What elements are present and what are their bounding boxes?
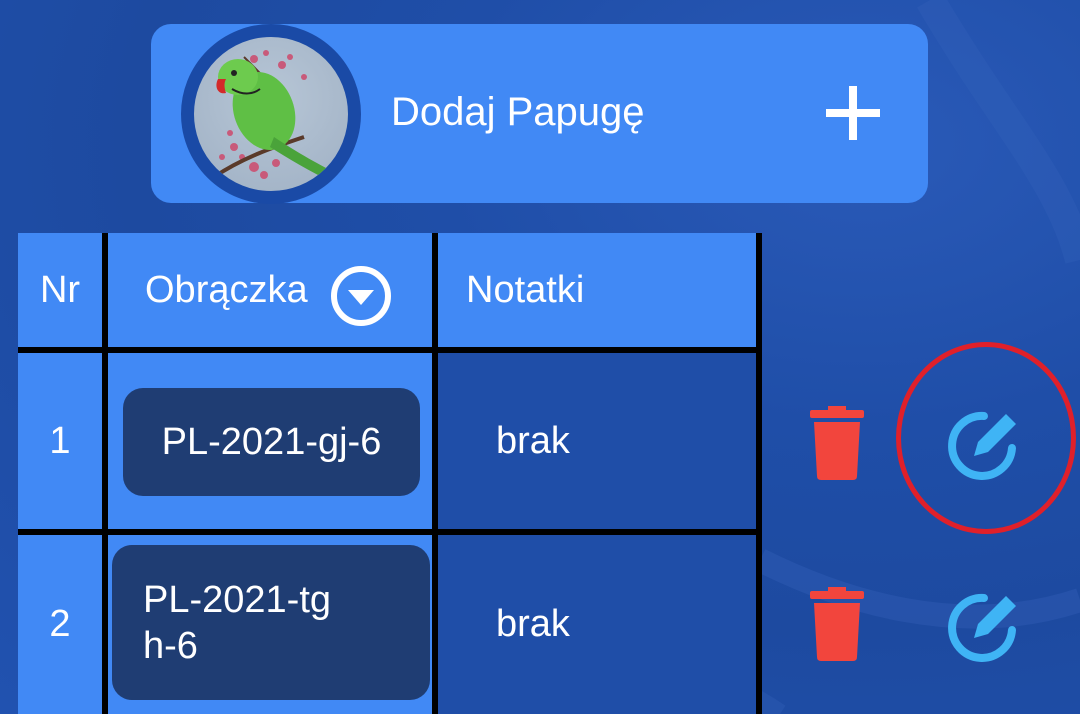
table-row-1-nr: 1 <box>18 353 102 529</box>
trash-icon[interactable] <box>808 406 866 480</box>
add-parrot-label: Dodaj Papugę <box>391 90 645 134</box>
column-header-notes-label: Notatki <box>466 268 585 311</box>
ring-badge[interactable]: PL-2021-tg h-6 <box>112 545 430 700</box>
notes-text: brak <box>496 603 570 645</box>
plus-icon[interactable] <box>822 82 884 144</box>
edit-pencil-icon[interactable] <box>944 582 1030 668</box>
highlight-circle <box>896 342 1076 534</box>
table-row-1-notes: brak <box>438 353 756 529</box>
table-row-2-ring: PL-2021-tg h-6 <box>108 535 432 714</box>
ring-code: PL-2021-gj-6 <box>161 420 382 463</box>
row-number: 2 <box>49 603 71 645</box>
table-row-1-ring: PL-2021-gj-6 <box>108 353 432 529</box>
table-row-2-nr: 2 <box>18 535 102 714</box>
column-header-notes: Notatki <box>438 233 756 347</box>
ring-code-line-1: PL-2021-tg <box>143 579 332 621</box>
table-row-2-notes: brak <box>438 535 756 714</box>
column-header-ring-label: Obrączka <box>145 268 308 311</box>
column-header-nr-label: Nr <box>39 268 81 311</box>
column-header-ring[interactable]: Obrączka <box>108 233 432 347</box>
ring-code-line-2: h-6 <box>143 625 198 667</box>
notes-text: brak <box>496 419 570 462</box>
ring-badge[interactable]: PL-2021-gj-6 <box>123 388 420 496</box>
row-number: 1 <box>49 419 71 462</box>
column-header-nr: Nr <box>18 233 102 347</box>
trash-icon[interactable] <box>808 587 866 661</box>
parrot-avatar <box>181 24 361 204</box>
chevron-down-circle-icon[interactable] <box>330 265 392 327</box>
parrot-table: Nr Obrączka Notatki 1 PL-2021-gj-6 brak … <box>18 233 762 714</box>
